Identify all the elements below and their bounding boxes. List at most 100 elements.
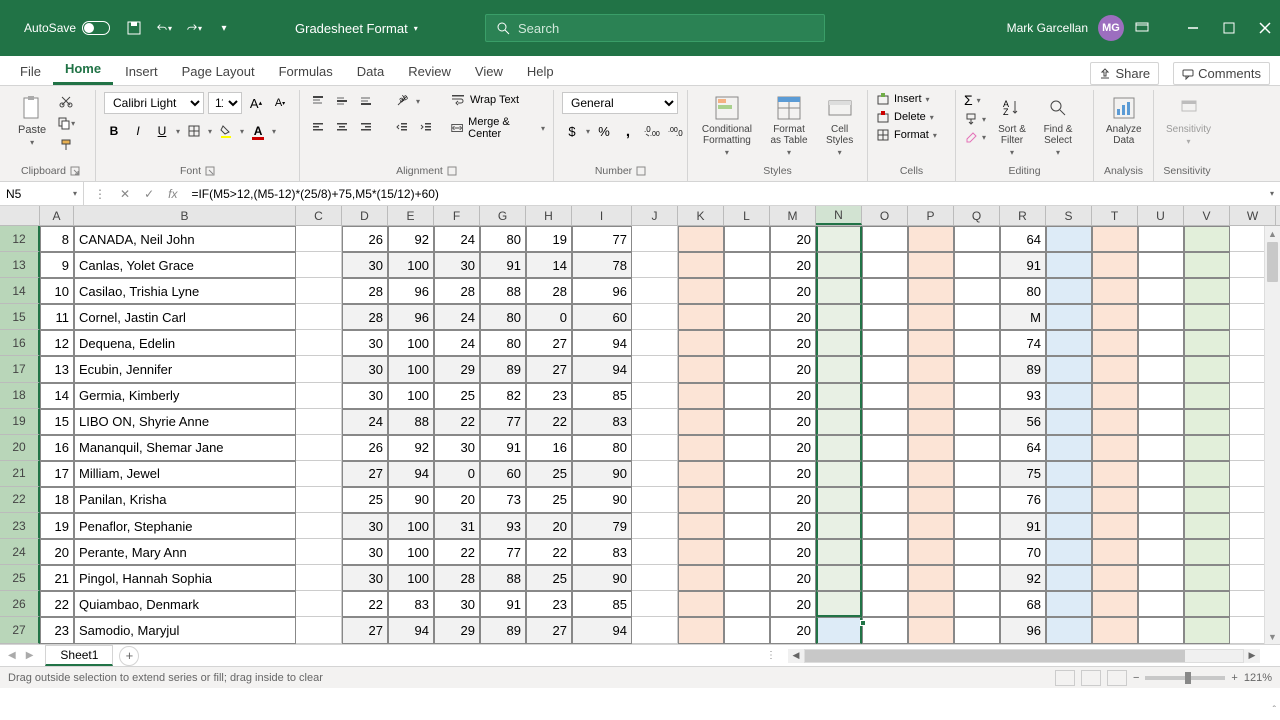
- cell[interactable]: [678, 591, 724, 617]
- cell[interactable]: [1092, 304, 1138, 330]
- cell[interactable]: [1184, 617, 1230, 643]
- cell[interactable]: [816, 617, 862, 643]
- cell[interactable]: [724, 278, 770, 304]
- increase-font-icon[interactable]: A▴: [246, 94, 266, 112]
- cell[interactable]: [862, 278, 908, 304]
- row-header[interactable]: 22: [0, 487, 40, 513]
- cell[interactable]: 26: [342, 226, 388, 252]
- cell[interactable]: 20: [770, 226, 816, 252]
- align-bottom-icon[interactable]: [356, 92, 376, 110]
- cell[interactable]: 28: [434, 278, 480, 304]
- cell[interactable]: 24: [434, 330, 480, 356]
- cell[interactable]: 17: [40, 461, 74, 487]
- cell[interactable]: 24: [342, 409, 388, 435]
- cell[interactable]: 19: [40, 513, 74, 539]
- cell[interactable]: [724, 435, 770, 461]
- cell[interactable]: [724, 409, 770, 435]
- cell[interactable]: [908, 565, 954, 591]
- cell[interactable]: 100: [388, 252, 434, 278]
- format-as-table-button[interactable]: Format as Table▾: [764, 92, 814, 159]
- cell[interactable]: 83: [388, 591, 434, 617]
- align-top-icon[interactable]: [308, 92, 328, 110]
- cell[interactable]: [1184, 461, 1230, 487]
- cell[interactable]: [816, 356, 862, 382]
- tab-review[interactable]: Review: [396, 58, 463, 85]
- cell[interactable]: 85: [572, 383, 632, 409]
- cell[interactable]: [724, 617, 770, 643]
- cell[interactable]: 27: [342, 461, 388, 487]
- cell[interactable]: 25: [526, 461, 572, 487]
- cell[interactable]: Samodio, Maryjul: [74, 617, 296, 643]
- cell[interactable]: [862, 304, 908, 330]
- dialog-launcher-icon[interactable]: [447, 166, 457, 176]
- cell[interactable]: 20: [770, 278, 816, 304]
- cell[interactable]: 20: [770, 383, 816, 409]
- minimize-icon[interactable]: [1186, 21, 1200, 35]
- cell[interactable]: [296, 591, 342, 617]
- cell[interactable]: [954, 330, 1000, 356]
- column-header-r[interactable]: R: [1000, 206, 1046, 225]
- row-header[interactable]: 18: [0, 383, 40, 409]
- cell[interactable]: 91: [480, 591, 526, 617]
- cell[interactable]: [632, 487, 678, 513]
- cell[interactable]: [1046, 409, 1092, 435]
- cell[interactable]: 93: [1000, 383, 1046, 409]
- tab-insert[interactable]: Insert: [113, 58, 170, 85]
- cell[interactable]: [632, 591, 678, 617]
- align-right-icon[interactable]: [356, 118, 376, 136]
- row-header[interactable]: 15: [0, 304, 40, 330]
- row-header[interactable]: 16: [0, 330, 40, 356]
- cell[interactable]: 64: [1000, 435, 1046, 461]
- cell[interactable]: [1138, 409, 1184, 435]
- cell[interactable]: 26: [342, 435, 388, 461]
- cell[interactable]: [1184, 435, 1230, 461]
- row-header[interactable]: 20: [0, 435, 40, 461]
- column-header-b[interactable]: B: [74, 206, 296, 225]
- cell[interactable]: [296, 409, 342, 435]
- cell[interactable]: 25: [526, 487, 572, 513]
- cell[interactable]: [1138, 356, 1184, 382]
- cell[interactable]: 100: [388, 513, 434, 539]
- cell[interactable]: 20: [770, 409, 816, 435]
- cell[interactable]: [908, 539, 954, 565]
- cell[interactable]: [1046, 617, 1092, 643]
- cell[interactable]: [1184, 383, 1230, 409]
- cell[interactable]: [1046, 591, 1092, 617]
- cell[interactable]: [1138, 226, 1184, 252]
- cell[interactable]: [1092, 409, 1138, 435]
- column-header-c[interactable]: C: [296, 206, 342, 225]
- row-header[interactable]: 13: [0, 252, 40, 278]
- decrease-decimal-icon[interactable]: .00.0: [666, 122, 686, 140]
- cell[interactable]: 90: [388, 487, 434, 513]
- cell[interactable]: [908, 513, 954, 539]
- cell[interactable]: [862, 356, 908, 382]
- cell[interactable]: [1138, 435, 1184, 461]
- font-size-select[interactable]: 11: [208, 92, 242, 114]
- cell[interactable]: [632, 356, 678, 382]
- scroll-right-icon[interactable]: ▶: [1244, 649, 1260, 663]
- cell[interactable]: 90: [572, 487, 632, 513]
- cell[interactable]: 89: [1000, 356, 1046, 382]
- cell[interactable]: [678, 409, 724, 435]
- redo-icon[interactable]: ▾: [186, 20, 202, 36]
- font-color-icon[interactable]: A: [248, 122, 268, 140]
- cell[interactable]: 30: [434, 252, 480, 278]
- cell[interactable]: [862, 461, 908, 487]
- format-painter-icon[interactable]: [56, 136, 76, 154]
- cell[interactable]: [908, 435, 954, 461]
- cell[interactable]: 16: [526, 435, 572, 461]
- cell[interactable]: [678, 278, 724, 304]
- cell[interactable]: [1138, 539, 1184, 565]
- wrap-text-button[interactable]: Wrap Text: [450, 92, 545, 108]
- cell[interactable]: [1092, 226, 1138, 252]
- bold-button[interactable]: B: [104, 122, 124, 140]
- cell[interactable]: 12: [40, 330, 74, 356]
- formula-input[interactable]: [187, 187, 1264, 201]
- cell[interactable]: [632, 461, 678, 487]
- cell[interactable]: [724, 513, 770, 539]
- cell[interactable]: [1092, 461, 1138, 487]
- cell[interactable]: 20: [770, 356, 816, 382]
- cell[interactable]: 25: [526, 565, 572, 591]
- cell[interactable]: 80: [480, 330, 526, 356]
- cell[interactable]: Casilao, Trishia Lyne: [74, 278, 296, 304]
